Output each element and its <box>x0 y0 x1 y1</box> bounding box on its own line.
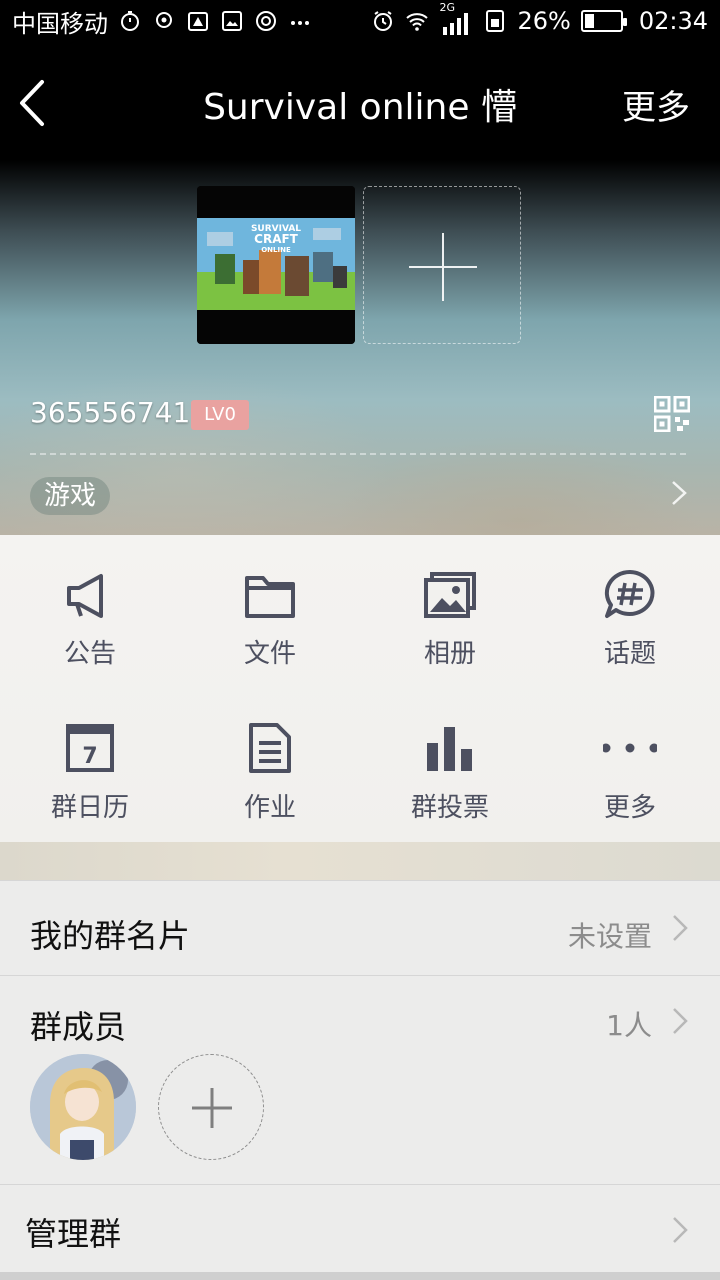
function-announcement[interactable]: 公告 <box>0 563 180 713</box>
navigation-bar: Survival online 懵 更多 <box>0 52 720 152</box>
carrier-name: 中国移动 <box>12 9 108 38</box>
alarm-icon <box>374 11 393 31</box>
battery-percent: 26% <box>517 7 571 35</box>
group-tag[interactable]: 游戏 <box>30 477 111 515</box>
qr-code-icon[interactable] <box>654 396 690 432</box>
vote-bar-chart-icon <box>427 727 472 771</box>
divider <box>30 453 686 455</box>
function-label: 更多 <box>603 793 656 823</box>
function-topics[interactable]: 话题 <box>540 563 720 713</box>
bottom-edge <box>0 1272 720 1280</box>
function-label: 群日历 <box>50 793 129 823</box>
battery-icon <box>580 10 627 32</box>
sim-icon <box>486 10 505 32</box>
chevron-right-icon <box>673 1008 688 1034</box>
cover-title-line2: CRAFT <box>254 232 299 246</box>
status-bar: 中国移动 2G 26% 02:34 <box>0 0 720 42</box>
warning-icon <box>188 12 208 31</box>
wifi-icon <box>406 13 429 31</box>
homework-document-icon <box>249 723 291 773</box>
more-dots-icon <box>603 743 657 753</box>
battery-fill <box>584 14 594 28</box>
chevron-right-icon <box>673 915 688 941</box>
group-number: 365556741 <box>30 396 191 429</box>
my-group-card-row[interactable]: 我的群名片 未设置 <box>0 880 720 975</box>
group-header: 中国移动 2G 26% 02:34 Survival online 懵 更多 S… <box>0 0 720 535</box>
function-label: 相册 <box>423 639 476 669</box>
calendar-icon: 7 <box>66 724 114 772</box>
clock-time: 02:34 <box>638 7 708 35</box>
function-label: 文件 <box>243 639 296 669</box>
topic-hashtag-icon <box>604 569 655 618</box>
add-cover-photo-button[interactable] <box>363 186 521 344</box>
cover-title-line3: ONLINE <box>261 246 291 254</box>
row-title: 我的群名片 <box>30 917 191 955</box>
cell-signal-icon: 2G <box>439 1 473 35</box>
function-label: 公告 <box>63 639 116 669</box>
anime-avatar-image <box>30 1054 136 1160</box>
function-album[interactable]: 相册 <box>360 563 540 713</box>
function-label: 群投票 <box>410 793 489 823</box>
overflow-dots-icon <box>291 21 309 25</box>
section-separator <box>0 842 720 880</box>
plus-icon <box>409 233 477 301</box>
function-label: 话题 <box>603 639 656 669</box>
stopwatch-icon <box>121 11 139 31</box>
image-notification-icon <box>222 11 242 31</box>
row-title: 群成员 <box>30 1008 127 1046</box>
member-count: 1人 <box>606 1009 652 1042</box>
app-notification-icon <box>256 11 276 31</box>
page-title: Survival online 懵 <box>203 87 517 128</box>
location-icon <box>156 12 172 28</box>
group-functions-grid: 公告 文件 相册 话题 7 群日历 作业 群投票 更多 <box>0 535 720 842</box>
folder-icon <box>245 576 295 618</box>
calendar-day-number: 7 <box>82 744 97 769</box>
member-avatar[interactable] <box>30 1054 136 1160</box>
group-cover-image[interactable]: SURVIVAL CRAFT ONLINE <box>197 186 355 344</box>
game-artwork: SURVIVAL CRAFT ONLINE <box>197 186 355 344</box>
megaphone-icon <box>67 574 103 618</box>
more-button[interactable]: 更多 <box>622 80 690 129</box>
row-title: 管理群 <box>25 1215 122 1253</box>
row-value: 未设置 <box>567 920 652 953</box>
plus-icon <box>192 1088 232 1128</box>
function-files[interactable]: 文件 <box>180 563 360 713</box>
chevron-right-icon <box>673 1217 688 1243</box>
function-label: 作业 <box>243 793 296 823</box>
manage-group-row[interactable]: 管理群 <box>0 1184 720 1272</box>
photo-album-icon <box>424 572 476 618</box>
group-level-badge: LV0 <box>191 400 249 430</box>
add-member-button[interactable] <box>158 1054 264 1160</box>
chevron-right-icon[interactable] <box>668 478 690 508</box>
